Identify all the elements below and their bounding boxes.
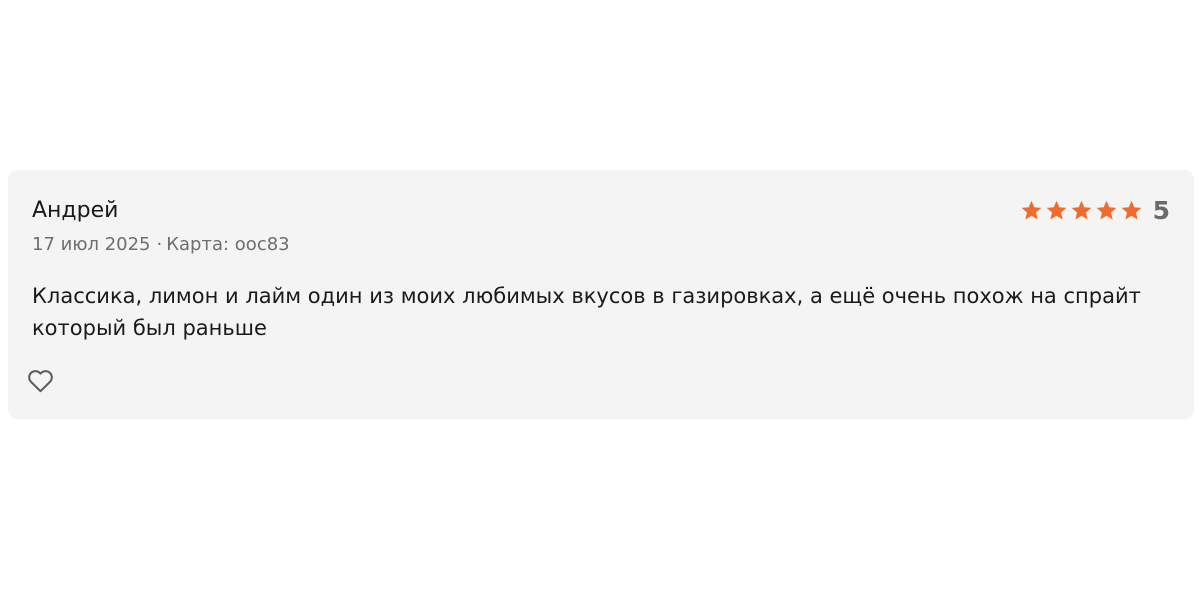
review-rating: 5: [1020, 198, 1170, 223]
meta-separator: ·: [156, 234, 163, 255]
rating-stars: [1020, 199, 1143, 222]
card-number: ooc83: [234, 234, 290, 255]
star-icon: [1071, 200, 1091, 220]
star-icon: [1096, 200, 1116, 220]
heart-outline-icon: [27, 369, 53, 392]
review-card: Андрей 17 июл 2025 · Карта: ooc83 5 Класси…: [8, 170, 1194, 419]
review-text: Классика, лимон и лайм один из моих люби…: [32, 284, 1141, 340]
star-icon: [1046, 200, 1066, 220]
review-author: Андрей: [32, 198, 119, 223]
like-button[interactable]: [26, 366, 54, 394]
card-label: Карта:: [166, 234, 235, 255]
star-icon: [1021, 200, 1041, 220]
review-meta: 17 июл 2025 · Карта: ooc83: [32, 236, 290, 254]
review-date: 17 июл 2025: [32, 234, 151, 255]
star-icon: [1121, 200, 1141, 220]
rating-value: 5: [1152, 196, 1170, 225]
